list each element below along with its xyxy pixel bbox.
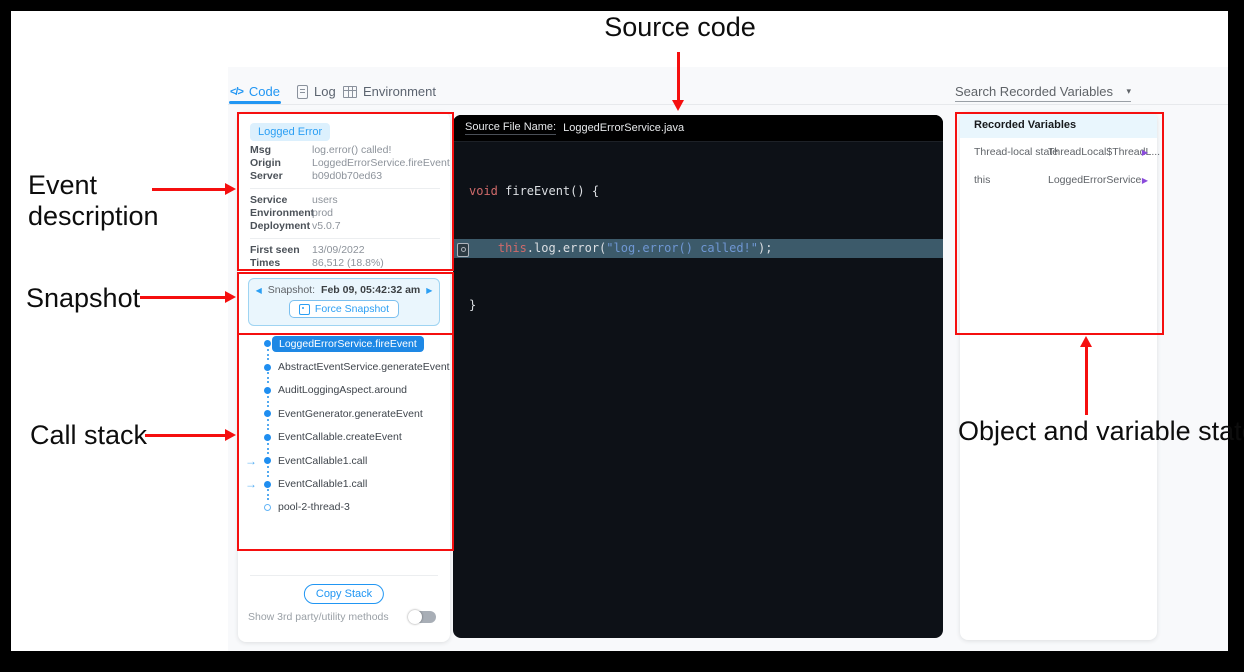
source-file-name: LoggedErrorService.java [563, 122, 684, 134]
force-snapshot-label: Force Snapshot [315, 303, 389, 315]
divider [250, 238, 440, 239]
tab-log-label: Log [314, 84, 336, 99]
environment-icon [343, 86, 357, 98]
jump-arrow-icon: → [245, 454, 257, 468]
thread-dot-icon [264, 504, 271, 511]
stack-dot-icon [264, 457, 271, 464]
variable-row[interactable]: Thread-local state ThreadLocal$ThreadL..… [960, 138, 1157, 166]
arrow-head-up-icon [1080, 336, 1092, 347]
chevron-down-icon: ▾ [1126, 86, 1131, 97]
code-line-1: void fireEvent() { [453, 182, 943, 201]
event-row-environment: Environment prod [250, 207, 440, 220]
toggle-knob [408, 610, 422, 624]
third-party-toggle-row: Show 3rd party/utility methods [248, 610, 436, 624]
arrow-line [677, 52, 680, 102]
stack-frame[interactable]: LoggedErrorService.fireEvent [238, 332, 450, 355]
stack-frame[interactable]: AuditLoggingAspect.around [238, 379, 450, 402]
active-tab-underline [229, 101, 281, 104]
arrow-line [1085, 345, 1088, 415]
tab-log[interactable]: Log [297, 84, 336, 99]
source-code-panel: Source File Name: LoggedErrorService.jav… [453, 115, 943, 638]
search-recorded-variables-select[interactable]: Search Recorded Variables ▾ [955, 82, 1131, 102]
call-stack-list: LoggedErrorService.fireEvent AbstractEve… [238, 332, 450, 519]
event-row-origin: Origin LoggedErrorService.fireEvent [250, 157, 440, 170]
event-row-msg: Msg log.error() called! [250, 144, 440, 157]
annotation-source-code: Source code [600, 12, 760, 43]
stack-frame[interactable]: EventGenerator.generateEvent [238, 402, 450, 425]
snapshot-gutter-icon[interactable] [457, 243, 469, 257]
snapshot-label: Snapshot: [268, 284, 315, 296]
prev-snapshot-button[interactable]: ◀ [256, 286, 262, 295]
expand-icon[interactable]: ▶ [1142, 176, 1148, 185]
divider [250, 188, 440, 189]
snapshot-timestamp: Feb 09, 05:42:32 am [321, 284, 420, 296]
search-select-label: Search Recorded Variables [955, 84, 1113, 99]
source-file-label: Source File Name: [465, 121, 556, 135]
stack-dot-icon [264, 434, 271, 441]
event-details-card: Logged Error Msg log.error() called! Ori… [238, 112, 450, 642]
stack-dot-icon [264, 387, 271, 394]
code-icon: </> [230, 86, 243, 98]
log-icon [297, 85, 308, 99]
stack-dot-icon [264, 481, 271, 488]
recorded-variables-header: Recorded Variables [960, 112, 1157, 138]
stack-frame[interactable]: → EventCallable1.call [238, 449, 450, 472]
annotation-event-description: Event description [28, 170, 159, 232]
stack-frame[interactable]: → EventCallable1.call [238, 472, 450, 495]
stack-dot-icon [264, 410, 271, 417]
stack-dot-icon [264, 364, 271, 371]
copy-stack-button[interactable]: Copy Stack [304, 584, 384, 604]
tab-environment-label: Environment [363, 84, 436, 99]
stack-frame[interactable]: AbstractEventService.generateEvent [238, 355, 450, 378]
stack-frame[interactable]: EventCallable.createEvent [238, 426, 450, 449]
annotated-screenshot: </> Code Log Environment Search Recorded… [0, 0, 1244, 672]
arrow-head-right-icon [225, 183, 236, 195]
annotation-snapshot: Snapshot [26, 283, 140, 314]
arrow-line [152, 188, 226, 191]
event-row-server: Server b09d0b70ed63 [250, 170, 440, 183]
expand-icon[interactable]: ▶ [1142, 148, 1148, 157]
arrow-head-right-icon [225, 429, 236, 441]
tab-code[interactable]: </> Code [230, 84, 280, 99]
tabbar-divider [228, 104, 1228, 105]
recorded-variables-card: Recorded Variables Thread-local state Th… [960, 112, 1157, 640]
toggle-label: Show 3rd party/utility methods [248, 611, 389, 623]
annotation-call-stack: Call stack [30, 420, 147, 451]
snapshot-panel: ◀ Snapshot: Feb 09, 05:42:32 am ▶ Force … [248, 278, 440, 326]
source-file-header: Source File Name: LoggedErrorService.jav… [453, 115, 943, 142]
tab-environment[interactable]: Environment [343, 84, 436, 99]
jump-arrow-icon: → [245, 477, 257, 491]
snapshot-navigator: ◀ Snapshot: Feb 09, 05:42:32 am ▶ [249, 284, 439, 296]
arrow-head-right-icon [225, 291, 236, 303]
variable-row[interactable]: this LoggedErrorService ▶ [960, 166, 1157, 194]
code-line-2-highlighted: this.log.error("log.error() called!"); [453, 239, 943, 258]
code-editor: void fireEvent() { this.log.error("log.e… [453, 142, 943, 353]
arrow-line [140, 296, 226, 299]
next-snapshot-button[interactable]: ▶ [426, 286, 432, 295]
stack-frame-thread[interactable]: pool-2-thread-3 [238, 496, 450, 519]
arrow-head-down-icon [672, 100, 684, 111]
annotation-object-state: Object and variable state [958, 416, 1244, 447]
tab-code-label: Code [249, 84, 280, 99]
stack-dot-icon [264, 340, 271, 347]
code-line-3: } [453, 296, 943, 315]
arrow-line [145, 434, 226, 437]
logged-error-badge: Logged Error [250, 123, 330, 141]
force-snapshot-button[interactable]: Force Snapshot [289, 300, 399, 318]
event-row-deployment: Deployment v5.0.7 [250, 220, 440, 233]
event-info: Msg log.error() called! Origin LoggedErr… [250, 144, 440, 270]
divider [250, 575, 438, 576]
event-row-first-seen: First seen 13/09/2022 [250, 244, 440, 257]
snapshot-frame-icon [299, 304, 310, 315]
event-row-service: Service users [250, 194, 440, 207]
third-party-toggle[interactable] [408, 610, 436, 624]
event-row-times: Times 86,512 (18.8%) [250, 257, 440, 270]
